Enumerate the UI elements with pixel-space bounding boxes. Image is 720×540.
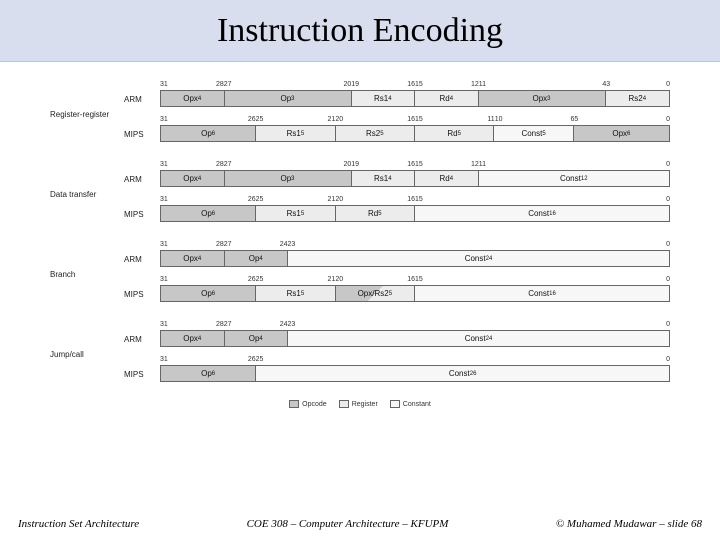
instruction-group: BranchARM31282724230Opx4Op4Const24 MIPS31… [50, 240, 670, 310]
field: Op4 [225, 251, 289, 266]
group-label: Register-register [50, 110, 124, 120]
field: Rs25 [336, 126, 415, 141]
field: Opx4 [161, 331, 225, 346]
arch-label: MIPS [124, 130, 160, 142]
field: Const12 [479, 171, 670, 186]
field: Opx4 [161, 251, 225, 266]
field: Rs15 [256, 126, 335, 141]
instruction-group: Data transferARM3128272019161512110Opx4O… [50, 160, 670, 230]
legend: Opcode Register Constant [50, 400, 670, 408]
footer-center: COE 308 – Computer Architecture – KFUPM [247, 518, 449, 530]
field: Op3 [225, 171, 352, 186]
field: Opx4 [161, 91, 225, 106]
arch-label: ARM [124, 95, 160, 107]
field: Rs24 [606, 91, 670, 106]
encoding-row: 31282724230Opx4Op4Const24 [160, 320, 670, 347]
field: Opx/Rs25 [336, 286, 415, 301]
arch-label: ARM [124, 335, 160, 347]
field: Op3 [225, 91, 352, 106]
field: Op6 [161, 206, 256, 221]
field: Rd5 [415, 126, 494, 141]
field: Op6 [161, 286, 256, 301]
content-area: Register-registerARM31282720191615121143… [0, 62, 720, 540]
arch-label: MIPS [124, 370, 160, 382]
instruction-group: Register-registerARM31282720191615121143… [50, 80, 670, 150]
instruction-group: Jump/callARM31282724230Opx4Op4Const24 MIP… [50, 320, 670, 390]
group-label: Branch [50, 270, 124, 280]
arch-label: MIPS [124, 210, 160, 222]
field: Const16 [415, 286, 669, 301]
encoding-row: 312827201916151211430Opx4Op3Rs14Rd4Opx3R… [160, 80, 670, 107]
encoding-row: 312625212016150Op6Rs15Opx/Rs25Const16 [160, 275, 670, 302]
field: Op6 [161, 126, 256, 141]
field: Rd4 [415, 91, 479, 106]
legend-constant: Constant [390, 400, 431, 408]
encoding-row: 312625212016150Op6Rs15Rd5Const16 [160, 195, 670, 222]
field: Rs14 [352, 91, 416, 106]
footer-right: © Muhamed Mudawar – slide 68 [556, 518, 702, 530]
legend-opcode: Opcode [289, 400, 327, 408]
legend-register: Register [339, 400, 378, 408]
field: Const26 [256, 366, 669, 381]
field: Rs15 [256, 206, 335, 221]
encoding-row: 312625212016151110650Op6Rs15Rs25Rd5Const… [160, 115, 670, 142]
field: Const5 [494, 126, 573, 141]
group-label: Data transfer [50, 190, 124, 200]
field: Op4 [225, 331, 289, 346]
encoding-row: 3126250Op6Const26 [160, 355, 670, 382]
field: Rs14 [352, 171, 416, 186]
encoding-row: 31282724230Opx4Op4Const24 [160, 240, 670, 267]
footer-left: Instruction Set Architecture [18, 518, 139, 530]
encoding-row: 3128272019161512110Opx4Op3Rs14Rd4Const12 [160, 160, 670, 187]
arch-label: ARM [124, 255, 160, 267]
field: Rd5 [336, 206, 415, 221]
arch-label: MIPS [124, 290, 160, 302]
field: Const24 [288, 251, 669, 266]
slide-title: Instruction Encoding [217, 12, 503, 50]
field: Opx3 [479, 91, 606, 106]
group-label: Jump/call [50, 350, 124, 360]
field: Opx6 [574, 126, 669, 141]
field: Rs15 [256, 286, 335, 301]
field: Opx4 [161, 171, 225, 186]
title-bar: Instruction Encoding [0, 0, 720, 62]
arch-label: ARM [124, 175, 160, 187]
field: Rd4 [415, 171, 479, 186]
footer: Instruction Set Architecture COE 308 – C… [0, 518, 720, 530]
field: Const24 [288, 331, 669, 346]
field: Op6 [161, 366, 256, 381]
field: Const16 [415, 206, 669, 221]
